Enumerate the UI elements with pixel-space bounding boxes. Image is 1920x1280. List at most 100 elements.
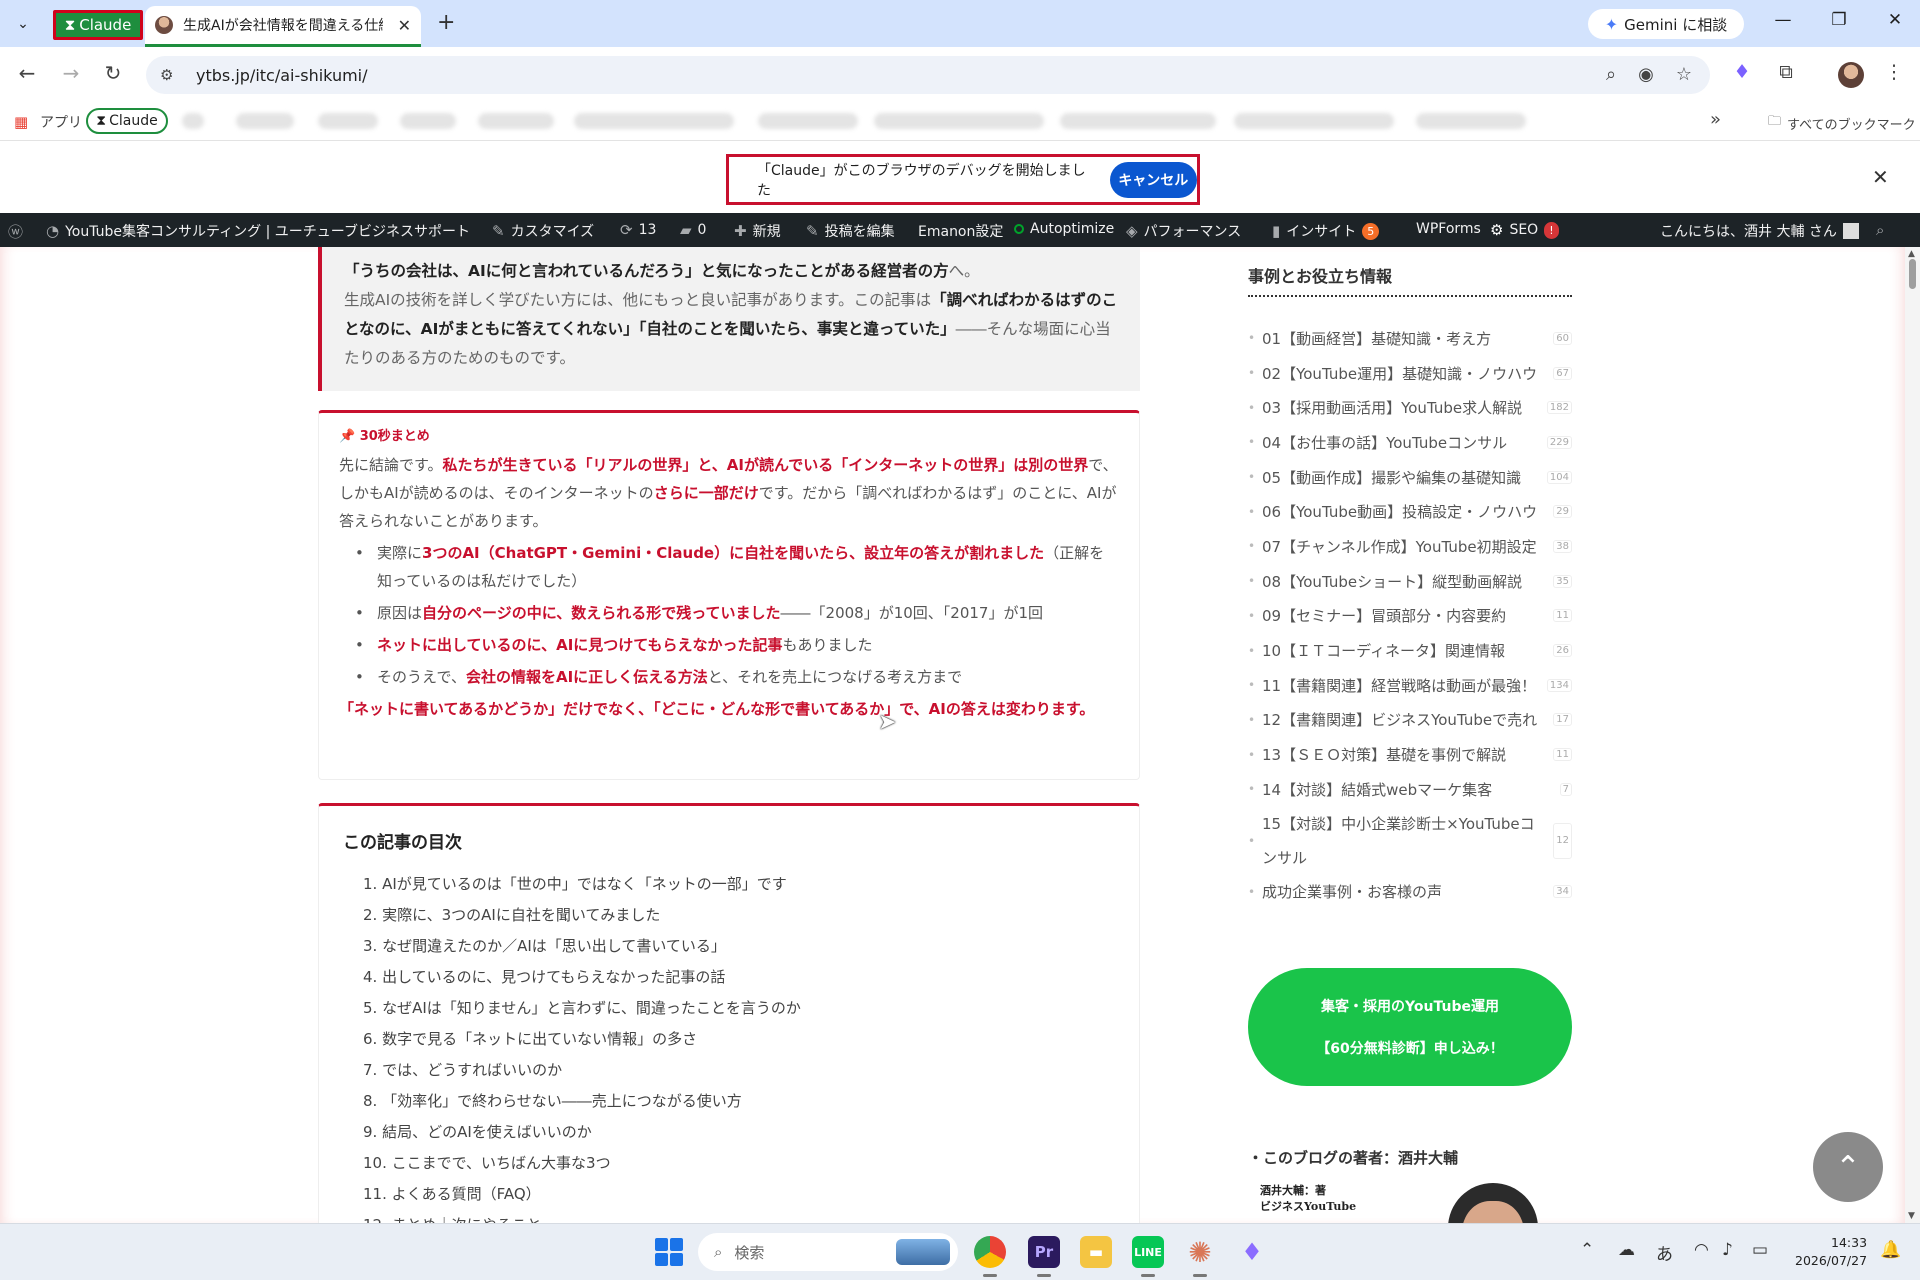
close-icon[interactable]: ✕: [1872, 165, 1889, 189]
toc-link[interactable]: 7. では、どうすればいいのか: [343, 1055, 1115, 1086]
search-icon[interactable]: ⌕: [1876, 221, 1884, 239]
chrome-app-icon[interactable]: [974, 1236, 1006, 1268]
category-item[interactable]: 08【YouTubeショート】縦型動画解説 35: [1248, 564, 1572, 599]
profile-avatar[interactable]: [1838, 62, 1864, 88]
toc-link[interactable]: 1. AIが見ているのは「世の中」ではなく「ネットの一部」です: [343, 869, 1115, 900]
all-bookmarks[interactable]: 🗀 すべてのブックマーク: [1768, 112, 1916, 134]
category-item[interactable]: 11【書籍関連】経営戦略は動画が最強！ 134: [1248, 668, 1572, 703]
wp-comments[interactable]: ▰ 0: [680, 221, 706, 239]
eye-off-icon[interactable]: ◉: [1638, 64, 1654, 85]
toc-link[interactable]: 11. よくある質問（FAQ）: [343, 1179, 1115, 1210]
page-scrollbar[interactable]: ▲ ▼: [1905, 247, 1920, 1223]
wp-updates[interactable]: ⟳ 13: [620, 221, 656, 239]
wp-account[interactable]: こんにちは、酒井 大輔 さん: [1660, 221, 1859, 241]
cloud-icon[interactable]: ☁: [1618, 1240, 1635, 1260]
toc-link[interactable]: 9. 結局、どのAIを使えばいいのか: [343, 1117, 1115, 1148]
gemini-button[interactable]: ✦ Gemini に相談: [1588, 9, 1744, 39]
ime-indicator[interactable]: あ: [1656, 1240, 1673, 1265]
blurred-bookmark[interactable]: [758, 113, 858, 129]
apps-grid-icon[interactable]: ▦: [14, 113, 28, 131]
minimize-icon[interactable]: —: [1768, 10, 1798, 30]
category-item[interactable]: 05【動画作成】撮影や編集の基礎知識 104: [1248, 460, 1572, 495]
chevron-up-icon[interactable]: ⌃: [1580, 1240, 1594, 1260]
site-info-icon[interactable]: ⚙: [160, 66, 182, 84]
category-item[interactable]: 14【対談】結婚式webマーケ集客 7: [1248, 772, 1572, 807]
notification-bell-icon[interactable]: 🔔: [1880, 1240, 1901, 1260]
scroll-up-arrow-icon[interactable]: ▲: [1908, 249, 1915, 259]
category-item[interactable]: 03【採用動画活用】YouTube求人解説 182: [1248, 390, 1572, 425]
close-icon[interactable]: ✕: [398, 16, 411, 35]
cancel-button[interactable]: キャンセル: [1109, 161, 1197, 198]
window-close-icon[interactable]: ✕: [1880, 10, 1910, 30]
wp-seo[interactable]: ⚙ SEO!: [1490, 221, 1559, 239]
toc-link[interactable]: 3. なぜ間違えたのか／AIは「思い出して書いている」: [343, 931, 1115, 962]
reload-icon[interactable]: ↻: [100, 61, 126, 85]
blurred-bookmark[interactable]: [1416, 113, 1526, 129]
category-item[interactable]: 06【YouTube動画】投稿設定・ノウハウ 29: [1248, 494, 1572, 529]
volume-icon[interactable]: ♪: [1722, 1240, 1733, 1260]
blurred-bookmark[interactable]: [478, 113, 554, 129]
wp-site-name[interactable]: ◔ YouTube集客コンサルティング | ユーチューブビジネスサポート: [46, 221, 470, 241]
blurred-bookmark[interactable]: [574, 113, 734, 129]
windows-start-icon[interactable]: [655, 1238, 683, 1266]
blurred-bookmark[interactable]: [400, 113, 456, 129]
toc-link[interactable]: 12. まとめ｜次にやること: [343, 1210, 1115, 1223]
category-item[interactable]: 10【ＩＴコーディネータ】関連情報 26: [1248, 633, 1572, 668]
category-item[interactable]: 12【書籍関連】ビジネスYouTubeで売れ 17: [1248, 703, 1572, 738]
premiere-pro-app-icon[interactable]: Pr: [1028, 1236, 1060, 1268]
file-explorer-app-icon[interactable]: ▬: [1080, 1236, 1112, 1268]
active-tab[interactable]: 生成AIが会社情報を間違える仕組 ✕: [145, 6, 421, 47]
toc-link[interactable]: 8. 「効率化」で終わらせない――売上につながる使い方: [343, 1086, 1115, 1117]
blurred-bookmark[interactable]: [318, 113, 378, 129]
category-item[interactable]: 07【チャンネル作成】YouTube初期設定 38: [1248, 529, 1572, 564]
blurred-bookmark[interactable]: [236, 113, 294, 129]
extensions-puzzle-icon[interactable]: ⧉: [1772, 61, 1800, 83]
wp-insight[interactable]: ▮ インサイト 5: [1272, 221, 1380, 241]
scroll-down-arrow-icon[interactable]: ▼: [1908, 1211, 1915, 1221]
category-item[interactable]: 成功企業事例・お客様の声 34: [1248, 875, 1572, 910]
wp-new[interactable]: ✚ 新規: [734, 221, 781, 241]
toc-link[interactable]: 10. ここまでで、いちばん大事な3つ: [343, 1148, 1115, 1179]
wp-autoptimize[interactable]: Autoptimize: [1014, 221, 1114, 237]
toc-link[interactable]: 5. なぜAIは「知りません」と言わずに、間違ったことを言うのか: [343, 993, 1115, 1024]
address-bar[interactable]: ⚙ ytbs.jp/itc/ai-shikumi/ ⌕ ◉ ☆: [146, 56, 1710, 94]
scroll-thumb[interactable]: [1909, 259, 1916, 289]
toc-link[interactable]: 6. 数字で見る「ネットに出ていない情報」の多さ: [343, 1024, 1115, 1055]
author-book-image[interactable]: 酒井大輔：著 ビジネスYouTube: [1248, 1177, 1578, 1223]
scroll-to-top-button[interactable]: ⌃: [1813, 1132, 1883, 1202]
back-arrow-icon[interactable]: ←: [14, 61, 40, 85]
extension-gem-icon[interactable]: ♦: [1728, 61, 1756, 83]
blurred-bookmark[interactable]: [874, 113, 1044, 129]
category-item[interactable]: 04【お仕事の話】YouTubeコンサル 229: [1248, 425, 1572, 460]
wifi-icon[interactable]: ◠: [1694, 1240, 1709, 1260]
toc-link[interactable]: 4. 出しているのに、見つけてもらえなかった記事の話: [343, 962, 1115, 993]
bookmark-claude[interactable]: ⧗ Claude: [86, 108, 168, 134]
bookmark-apps[interactable]: アプリ: [40, 112, 82, 132]
category-item[interactable]: 02【YouTube運用】基礎知識・ノウハウ 67: [1248, 356, 1572, 391]
wp-performance[interactable]: ◈ パフォーマンス: [1126, 221, 1241, 241]
bookmark-star-icon[interactable]: ☆: [1676, 64, 1692, 85]
forward-arrow-icon[interactable]: →: [58, 61, 84, 85]
restore-icon[interactable]: ❐: [1824, 10, 1854, 30]
category-item[interactable]: 01【動画経営】基礎知識・考え方 60: [1248, 321, 1572, 356]
wp-wpforms[interactable]: WPForms: [1416, 221, 1481, 237]
tab-search-chevron-icon[interactable]: ⌄: [9, 10, 37, 38]
toc-link[interactable]: 2. 実際に、3つのAIに自社を聞いてみました: [343, 900, 1115, 931]
blurred-bookmark[interactable]: [1060, 113, 1216, 129]
line-app-icon[interactable]: LINE: [1132, 1236, 1164, 1268]
kebab-menu-icon[interactable]: ⋮: [1880, 61, 1908, 83]
chevron-double-right-icon[interactable]: »: [1710, 109, 1721, 130]
zoom-icon[interactable]: ⌕: [1606, 64, 1616, 85]
category-item[interactable]: 09【セミナー】冒頭部分・内容要約 11: [1248, 599, 1572, 634]
system-clock[interactable]: 14:33 2026/07/27: [1795, 1234, 1867, 1270]
category-item[interactable]: 15【対談】中小企業診断士×YouTubeコンサル 12: [1248, 807, 1572, 875]
tab-group-claude[interactable]: ⧗ Claude: [53, 10, 143, 40]
wp-customize[interactable]: ✎ カスタマイズ: [492, 221, 594, 241]
new-tab-button[interactable]: +: [437, 10, 455, 35]
free-diagnosis-cta-button[interactable]: 集客・採用のYouTube運用 【60分無料診断】申し込み！: [1248, 968, 1572, 1086]
blurred-bookmark[interactable]: [1234, 113, 1394, 129]
blurred-bookmark[interactable]: [182, 113, 204, 129]
wp-emanon[interactable]: Emanon設定: [918, 221, 1003, 241]
claude-app-icon[interactable]: ✺: [1184, 1236, 1216, 1269]
category-item[interactable]: 13【ＳＥＯ対策】基礎を事例で解説 11: [1248, 737, 1572, 772]
